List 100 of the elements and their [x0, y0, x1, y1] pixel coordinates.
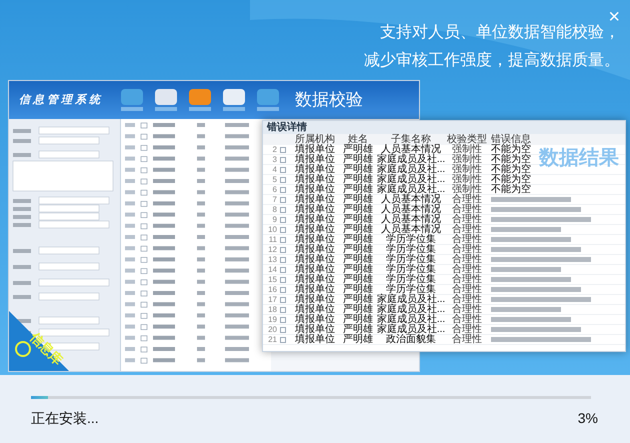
toolbar-icon[interactable]: [187, 87, 213, 113]
checkbox[interactable]: [280, 176, 286, 182]
row-number: 16: [267, 284, 277, 294]
headline-text: 减少审核工作强度，提高数据质量。: [364, 50, 620, 71]
table-cell-text: 填报单位: [294, 214, 336, 224]
checkbox[interactable]: [280, 146, 286, 152]
badge-text: 信息库: [26, 328, 67, 370]
table-cell-text: 严明雄: [342, 144, 374, 154]
table-cell-text: 严明雄: [342, 294, 374, 304]
row-number: 5: [272, 174, 277, 184]
table-cell-text: 填报单位: [294, 144, 336, 154]
table-cell-text: 学历学位集: [385, 254, 437, 264]
checkbox[interactable]: [280, 206, 286, 212]
table-cell-text: 填报单位: [294, 204, 336, 214]
row-number: 18: [267, 304, 277, 314]
table-cell-text: 家庭成员及社...: [376, 294, 446, 304]
table-cell-text: 合理性: [451, 244, 483, 254]
table-cell-text: 合理性: [451, 224, 483, 234]
checkbox[interactable]: [280, 186, 286, 192]
table-cell-text: 填报单位: [294, 224, 336, 234]
row-number: 21: [267, 334, 277, 344]
row-number: 15: [267, 274, 277, 284]
table-cell-text: 填报单位: [294, 194, 336, 204]
toolbar-icon[interactable]: [221, 87, 247, 113]
row-number: 10: [267, 224, 277, 234]
table-cell-text: 填报单位: [294, 174, 336, 184]
column-header[interactable]: 错误信息: [487, 134, 531, 144]
checkbox[interactable]: [280, 196, 286, 202]
checkbox[interactable]: [280, 276, 286, 282]
table-cell-text: 合理性: [451, 264, 483, 274]
checkbox[interactable]: [280, 296, 286, 302]
table-cell-text: 人员基本情况: [381, 144, 442, 154]
table-cell-text: 人员基本情况: [380, 204, 442, 214]
toolbar-icon[interactable]: [153, 87, 179, 113]
table-cell-text: 严明雄: [342, 284, 374, 294]
table-cell-text: 合理性: [451, 334, 483, 344]
arc-decoration-icon: [250, 0, 630, 80]
table-cell-text: 政治面貌集: [385, 334, 437, 344]
table-cell-text: 严明雄: [342, 204, 374, 214]
checkbox[interactable]: [280, 336, 286, 342]
checkbox[interactable]: [280, 316, 286, 322]
checkbox[interactable]: [280, 326, 286, 332]
table-cell-text: 填报单位: [294, 274, 336, 284]
checkbox[interactable]: [280, 226, 286, 232]
row-number: 6: [272, 184, 277, 194]
table-cell-text: 学历学位集: [385, 274, 437, 284]
table-cell-text: 填报单位: [294, 264, 336, 274]
table-cell-text: 严明雄: [342, 154, 374, 164]
column-header[interactable]: 所属机构: [289, 134, 341, 144]
table-cell-text: 家庭成员及社...: [376, 324, 446, 334]
checkbox[interactable]: [280, 156, 286, 162]
table-cell-text: 填报单位: [294, 314, 336, 324]
row-number: 4: [272, 164, 277, 174]
blurred-text-drawing: [491, 307, 561, 312]
checkbox[interactable]: [280, 306, 286, 312]
row-number: 3: [272, 154, 277, 164]
table-cell-text: 填报单位: [294, 234, 336, 244]
table-cell-text: 严明雄: [342, 314, 374, 324]
row-number: 9: [272, 214, 277, 224]
table-cell-text: 严明雄: [342, 264, 374, 274]
checkbox[interactable]: [280, 166, 286, 172]
toolbar-icon[interactable]: [255, 87, 281, 113]
table-cell-text: 合理性: [451, 314, 483, 324]
table-cell-text: 填报单位: [294, 154, 336, 164]
checkbox[interactable]: [280, 256, 286, 262]
blurred-text-drawing: [491, 267, 561, 272]
table-cell-text: 严明雄: [342, 234, 374, 244]
table-cell-text: 严明雄: [342, 334, 374, 344]
checkbox[interactable]: [280, 266, 286, 272]
table-cell-text: 家庭成员及社...: [376, 314, 446, 324]
table-cell-text: 强制性: [451, 144, 483, 154]
feature-title: 数据校验: [295, 89, 363, 112]
status-text: 正在安装...: [31, 409, 99, 428]
table-cell-text: 人员基本情况: [380, 214, 442, 224]
table-cell-text: 填报单位: [294, 334, 336, 344]
row-number: 11: [268, 234, 277, 244]
row-number: 20: [267, 324, 277, 334]
row-number: 2: [272, 144, 277, 154]
row-number: 14: [267, 264, 277, 274]
table-cell-text: 合理性: [451, 214, 483, 224]
table-cell-text: 合理性: [451, 234, 483, 244]
table-cell-text: 严明雄: [342, 244, 374, 254]
table-cell-text: 强制性: [451, 184, 483, 194]
toolbar-icon[interactable]: [119, 87, 145, 113]
checkbox[interactable]: [280, 216, 286, 222]
column-header[interactable]: 校验类型: [447, 134, 487, 144]
column-header[interactable]: 子集名称: [375, 134, 447, 144]
panel-title: 错误详情: [267, 122, 307, 134]
column-header[interactable]: 姓名: [341, 134, 375, 144]
row-number: 13: [267, 254, 277, 264]
table-cell-text: 不能为空: [490, 184, 531, 194]
row-number: 12: [267, 244, 277, 254]
table-cell-text: 家庭成员及社...: [376, 184, 446, 194]
checkbox[interactable]: [280, 286, 286, 292]
table-cell-text: 不能为空: [490, 164, 531, 174]
table-cell-text: 人员基本情况: [380, 194, 442, 204]
checkbox[interactable]: [280, 236, 286, 242]
checkbox[interactable]: [280, 246, 286, 252]
table-cell-text: 填报单位: [294, 304, 336, 314]
table-cell-text: 家庭成员及社...: [376, 164, 446, 174]
